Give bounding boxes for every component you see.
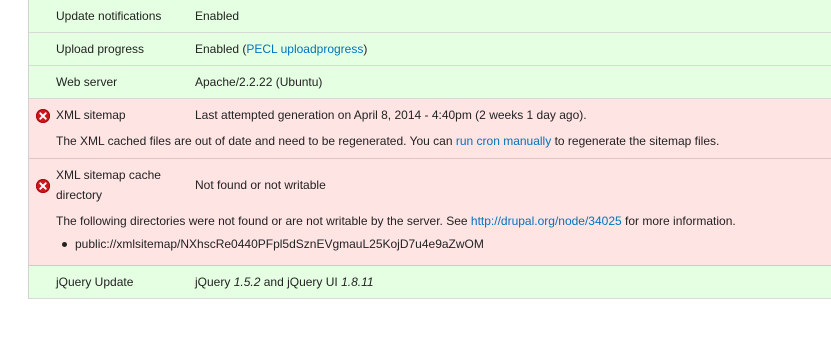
desc-suffix: to regenerate the sitemap files. bbox=[551, 134, 720, 148]
row-value: jQuery 1.5.2 and jQuery UI 1.8.11 bbox=[195, 272, 374, 292]
desc-suffix: for more information. bbox=[621, 214, 736, 228]
value-part: and jQuery UI bbox=[260, 275, 342, 289]
row-description: The XML cached files are out of date and… bbox=[56, 131, 719, 151]
error-x-icon bbox=[36, 179, 50, 193]
row-title: jQuery Update bbox=[56, 275, 134, 289]
row-value: Apache/2.2.22 (Ubuntu) bbox=[195, 75, 323, 89]
row-description: The following directories were not found… bbox=[56, 211, 736, 231]
row-title: XML sitemap bbox=[56, 108, 126, 122]
row-title: Web server bbox=[56, 75, 118, 89]
directory-list: public://xmlsitemap/NXhscRe0440PFpl5dSzn… bbox=[56, 234, 484, 254]
status-row-upload-progress: Upload progress Enabled (PECL uploadprog… bbox=[29, 33, 831, 66]
status-row-jquery-update: jQuery Update jQuery 1.5.2 and jQuery UI… bbox=[29, 266, 831, 299]
run-cron-link[interactable]: run cron manually bbox=[456, 134, 551, 148]
row-title: Update notifications bbox=[56, 9, 162, 23]
jquery-version: 1.5.2 bbox=[233, 275, 261, 289]
desc-prefix: The XML cached files are out of date and… bbox=[56, 134, 456, 148]
status-row-xml-sitemap-cache-directory: XML sitemap cache directory Not found or… bbox=[29, 159, 831, 266]
value-suffix: ) bbox=[363, 42, 368, 56]
status-row-web-server: Web server Apache/2.2.22 (Ubuntu) bbox=[29, 66, 831, 99]
status-row-xml-sitemap: XML sitemap Last attempted generation on… bbox=[29, 99, 831, 159]
error-x-icon bbox=[36, 109, 50, 123]
status-report-table: Update notifications Enabled Upload prog… bbox=[28, 0, 831, 299]
row-value: Not found or not writable bbox=[195, 178, 326, 192]
row-title: XML sitemap cache directory bbox=[56, 168, 161, 202]
status-row-update-notifications: Update notifications Enabled bbox=[29, 0, 831, 33]
row-title: Upload progress bbox=[56, 42, 145, 56]
row-value: Enabled (PECL uploadprogress) bbox=[195, 39, 367, 59]
jquery-ui-version: 1.8.11 bbox=[341, 275, 374, 289]
list-item: public://xmlsitemap/NXhscRe0440PFpl5dSzn… bbox=[56, 234, 484, 254]
value-part: jQuery bbox=[195, 275, 234, 289]
value-prefix: Enabled ( bbox=[195, 42, 247, 56]
drupal-node-link[interactable]: http://drupal.org/node/34025 bbox=[471, 214, 622, 228]
desc-prefix: The following directories were not found… bbox=[56, 214, 471, 228]
pecl-uploadprogress-link[interactable]: PECL uploadprogress bbox=[246, 42, 363, 56]
row-value: Last attempted generation on April 8, 20… bbox=[195, 108, 587, 122]
row-value: Enabled bbox=[195, 9, 240, 23]
